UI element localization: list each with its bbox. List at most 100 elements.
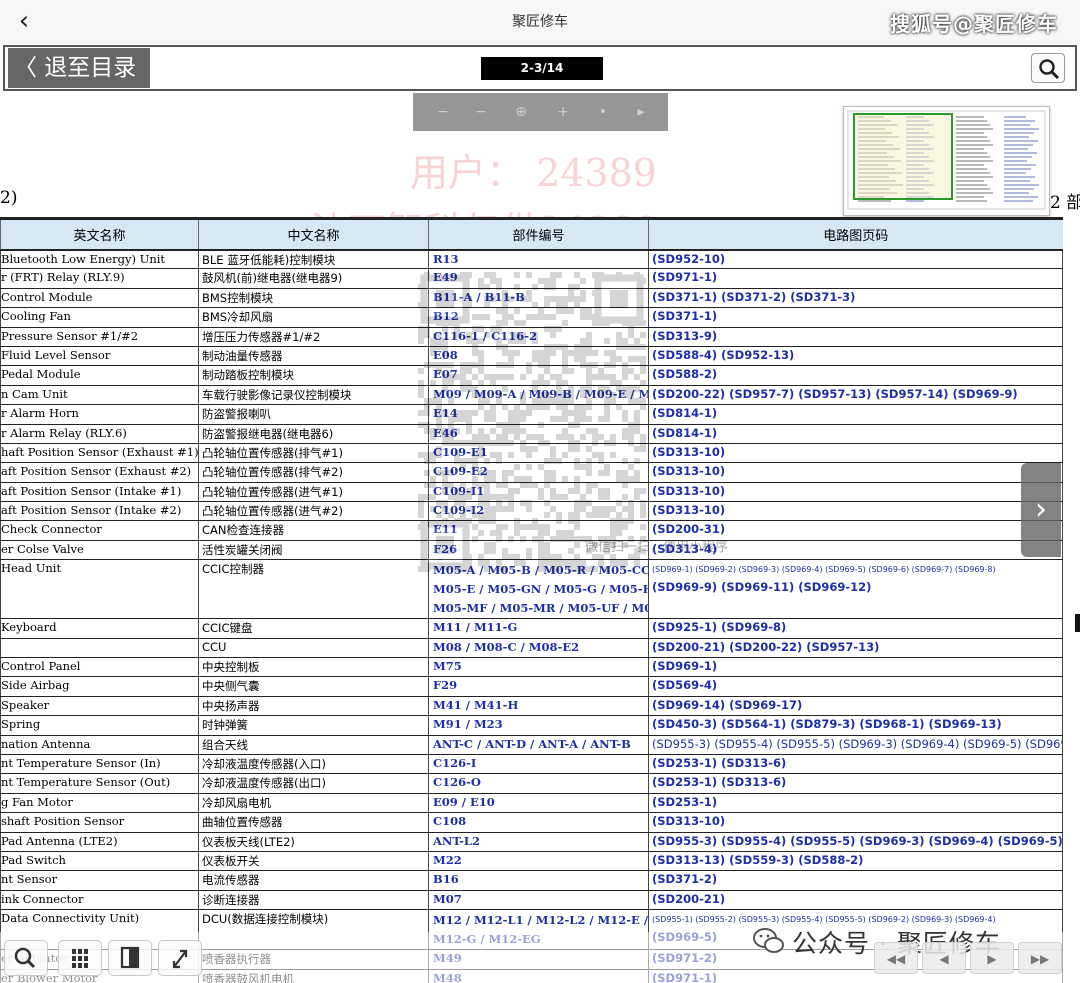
circuit-page-line[interactable]: (SD969-9) (SD969-11) (SD969-12): [652, 578, 1062, 597]
part-number-line[interactable]: M12 / M12-L1 / M12-L2 / M12-E / M12-GN: [433, 911, 649, 930]
cell-circuit-page[interactable]: (SD969-1): [648, 657, 1063, 678]
fit-icon[interactable]: •: [593, 102, 613, 122]
cell-circuit-page[interactable]: (SD814-1): [648, 424, 1063, 444]
cell-circuit-page[interactable]: (SD955-3) (SD955-4) (SD955-5) (SD969-3) …: [648, 832, 1063, 852]
minus-icon[interactable]: −: [471, 102, 491, 122]
cell-chinese-name: 鼓风机(前)继电器(继电器9): [198, 268, 429, 289]
cell-english-name: Pedal Module: [0, 365, 199, 386]
cell-chinese-name: BMS控制模块: [198, 288, 429, 309]
page-navigation: ◀◀ ◀ ▶ ▶▶: [874, 942, 1064, 976]
cell-english-name: nt Sensor: [0, 870, 199, 891]
cell-chinese-name: 防盗警报继电器(继电器6): [198, 424, 429, 444]
cell-english-name: Pressure Sensor #1/#2: [0, 327, 199, 347]
bookmark-button[interactable]: [108, 940, 152, 976]
cell-part-number[interactable]: C126-O: [428, 773, 649, 794]
page-thumbnail[interactable]: [843, 106, 1050, 216]
cell-part-number[interactable]: B16: [428, 870, 649, 891]
cell-chinese-name: 时钟弹簧: [198, 715, 429, 736]
cell-circuit-page[interactable]: (SD371-1): [648, 307, 1063, 328]
cell-chinese-name: 中央控制板: [198, 657, 429, 678]
page-end-icon[interactable]: ▸: [631, 102, 651, 122]
thumbnail-viewport[interactable]: [853, 113, 953, 200]
cell-circuit-page[interactable]: (SD925-1) (SD969-8): [648, 618, 1063, 639]
cell-english-name: Fluid Level Sensor: [0, 346, 199, 367]
cell-circuit-page[interactable]: (SD313-10): [648, 462, 1063, 483]
cell-chinese-name: 组合天线: [198, 735, 429, 755]
cell-english-name: Head Unit: [0, 559, 199, 620]
fullscreen-button[interactable]: [158, 940, 202, 976]
cell-part-number[interactable]: M11 / M11-G: [428, 618, 649, 639]
cell-circuit-page[interactable]: (SD313-13) (SD559-3) (SD588-2): [648, 851, 1063, 872]
cell-part-number[interactable]: M08 / M08-C / M08-E2: [428, 638, 649, 659]
cell-circuit-page[interactable]: (SD313-10): [648, 812, 1063, 833]
cell-circuit-page[interactable]: (SD952-10): [648, 249, 1063, 270]
cell-circuit-page[interactable]: (SD371-1) (SD371-2) (SD371-3): [648, 288, 1063, 309]
cell-circuit-page[interactable]: (SD814-1): [648, 404, 1063, 425]
search-button[interactable]: [1031, 53, 1065, 83]
circuit-page-line[interactable]: (SD969-1) (SD969-2) (SD969-3) (SD969-4) …: [652, 561, 1062, 578]
cell-chinese-name: 仪表板开关: [198, 851, 429, 872]
prev-page-button[interactable]: ◀: [922, 942, 966, 974]
cell-chinese-name: 曲轴位置传感器: [198, 812, 429, 833]
cell-english-name: Control Module: [0, 288, 199, 309]
cell-part-number[interactable]: M91 / M23: [428, 715, 649, 736]
back-to-contents-button[interactable]: 〈 退至目录: [8, 48, 150, 88]
zoom-button[interactable]: [4, 940, 48, 976]
cell-circuit-page[interactable]: (SD253-1) (SD313-6): [648, 773, 1063, 794]
cell-circuit-page[interactable]: (SD200-22) (SD957-7) (SD957-13) (SD957-1…: [648, 385, 1063, 406]
cell-chinese-name: 制动踏板控制模块: [198, 365, 429, 386]
cell-part-number[interactable]: M07: [428, 890, 649, 911]
cell-circuit-page[interactable]: (SD371-2): [648, 870, 1063, 891]
cell-circuit-page[interactable]: (SD450-3) (SD564-1) (SD879-3) (SD968-1) …: [648, 715, 1063, 736]
table-row: Pad Switch 仪表板开关 M22 (SD313-13) (SD559-3) (…: [0, 851, 1063, 872]
next-page-small-button[interactable]: ▶: [970, 942, 1014, 974]
cell-part-number[interactable]: ANT-L2: [428, 832, 649, 852]
cell-circuit-page[interactable]: (SD969-14) (SD969-17): [648, 696, 1063, 717]
cell-part-number[interactable]: M22: [428, 851, 649, 872]
cell-circuit-page[interactable]: (SD588-2): [648, 365, 1063, 386]
cell-circuit-page[interactable]: (SD955-3) (SD955-4) (SD955-5) (SD969-3) …: [648, 735, 1063, 755]
cell-chinese-name: 凸轮轴位置传感器(排气#2): [198, 462, 429, 483]
cell-part-number[interactable]: M75: [428, 657, 649, 678]
cell-part-number[interactable]: F29: [428, 676, 649, 697]
part-number-line[interactable]: M05-E / M05-GN / M05-G / M05-HF / M05-CF: [433, 580, 649, 599]
cell-english-name: ink Connector: [0, 890, 199, 911]
cell-circuit-page[interactable]: (SD253-1) (SD313-6): [648, 754, 1063, 775]
cell-circuit-page[interactable]: (SD313-10): [648, 443, 1063, 464]
cell-circuit-page[interactable]: (SD971-1): [648, 268, 1063, 289]
cell-english-name: Spring: [0, 715, 199, 736]
first-page-button[interactable]: ◀◀: [874, 942, 918, 974]
cell-chinese-name: 冷却液温度传感器(入口): [198, 754, 429, 775]
cell-part-number[interactable]: C126-I: [428, 754, 649, 775]
cell-circuit-page[interactable]: (SD313-10): [648, 482, 1063, 503]
cell-circuit-page[interactable]: (SD969-1) (SD969-2) (SD969-3) (SD969-4) …: [648, 559, 1063, 620]
cell-english-name: haft Position Sensor (Exhaust #1): [0, 443, 199, 464]
table-row: g Fan Motor 冷却风扇电机 E09 / E10 (SD253-1): [0, 793, 1063, 814]
cell-part-number[interactable]: R13: [428, 249, 649, 270]
cell-part-number[interactable]: E09 / E10: [428, 793, 649, 814]
cell-circuit-page[interactable]: (SD200-21) (SD200-22) (SD957-13): [648, 638, 1063, 659]
cell-part-number[interactable]: M41 / M41-H: [428, 696, 649, 717]
cell-part-number[interactable]: ANT-C / ANT-D / ANT-A / ANT-B: [428, 735, 649, 755]
part-number-line[interactable]: M05-MF / M05-MR / M05-UF / M05-UR: [433, 599, 649, 618]
table-row: Side Airbag 中央侧气囊 F29 (SD569-4): [0, 676, 1063, 697]
cell-english-name: nt Temperature Sensor (In): [0, 754, 199, 775]
cell-circuit-page[interactable]: (SD313-9): [648, 327, 1063, 347]
cell-circuit-page[interactable]: (SD588-4) (SD952-13): [648, 346, 1063, 367]
zoom-search-icon[interactable]: ⊕: [511, 102, 531, 122]
cell-circuit-page[interactable]: (SD313-10): [648, 501, 1063, 522]
table-row: nt Sensor 电流传感器 B16 (SD371-2): [0, 870, 1063, 891]
zoom-out-icon[interactable]: −: [433, 102, 453, 122]
cell-circuit-page[interactable]: (SD569-4): [648, 676, 1063, 697]
cell-english-name: r Alarm Horn: [0, 404, 199, 425]
cell-circuit-page[interactable]: (SD253-1): [648, 793, 1063, 814]
cell-circuit-page[interactable]: (SD200-21): [648, 890, 1063, 911]
header-circuit-page: 电路图页码: [648, 217, 1063, 251]
last-page-button[interactable]: ▶▶: [1018, 942, 1062, 974]
table-row: Control Panel 中央控制板 M75 (SD969-1): [0, 657, 1063, 678]
grid-view-button[interactable]: [58, 940, 102, 976]
plus-icon[interactable]: +: [553, 102, 573, 122]
cell-part-number[interactable]: C108: [428, 812, 649, 833]
next-page-button[interactable]: ›: [1021, 463, 1061, 557]
cell-chinese-name: 仪表板天线(LTE2): [198, 832, 429, 852]
